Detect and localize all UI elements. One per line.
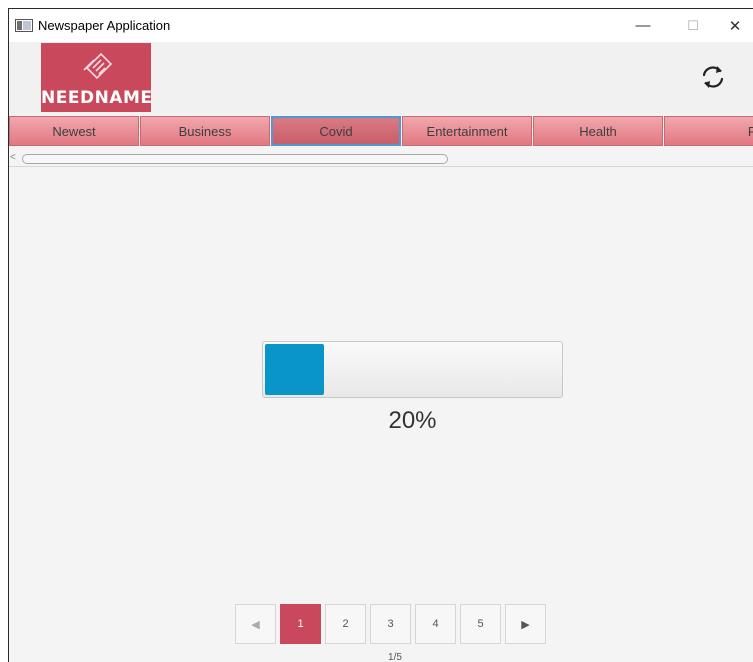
tab-health[interactable]: Health xyxy=(533,116,663,146)
loading-progress-bar xyxy=(262,341,563,398)
previous-page-button[interactable]: ◀ xyxy=(235,604,276,644)
app-logo: NEEDNAME xyxy=(41,43,151,112)
maximize-button[interactable]: ☐ xyxy=(673,9,713,42)
page-button-4[interactable]: 4 xyxy=(415,604,456,644)
next-page-button[interactable]: ▶ xyxy=(505,604,546,644)
refresh-icon[interactable] xyxy=(698,62,728,92)
app-header: NEEDNAME xyxy=(9,42,753,114)
tab-entertainment[interactable]: Entertainment xyxy=(402,116,532,146)
category-tabs: Newest Business Covid Entertainment Heal… xyxy=(9,116,753,148)
logo-text: NEEDNAME xyxy=(41,88,151,108)
app-window: Newspaper Application — ☐ ✕ NEEDNAME New… xyxy=(8,8,753,662)
window-title: Newspaper Application xyxy=(38,18,171,33)
page-button-5[interactable]: 5 xyxy=(460,604,501,644)
title-bar: Newspaper Application — ☐ ✕ xyxy=(9,9,753,42)
progress-fill xyxy=(265,344,324,395)
page-button-3[interactable]: 3 xyxy=(370,604,411,644)
tab-covid[interactable]: Covid xyxy=(271,116,401,146)
scroll-left-icon[interactable]: < xyxy=(10,152,16,163)
tab-business[interactable]: Business xyxy=(140,116,270,146)
close-button[interactable]: ✕ xyxy=(715,9,753,42)
tab-politics[interactable]: Politics xyxy=(664,116,753,146)
page-button-1[interactable]: 1 xyxy=(280,604,321,644)
page-button-2[interactable]: 2 xyxy=(325,604,366,644)
progress-percent-label: 20% xyxy=(388,407,437,434)
newspaper-icon xyxy=(83,52,113,79)
scrollbar-thumb[interactable] xyxy=(22,154,448,164)
pagination: ◀ 1 2 3 4 5 ▶ xyxy=(235,604,546,644)
app-window-icon xyxy=(15,19,33,32)
tab-newest[interactable]: Newest xyxy=(9,116,139,146)
minimize-button[interactable]: — xyxy=(623,9,663,42)
tabs-horizontal-scrollbar[interactable]: < xyxy=(9,149,753,167)
